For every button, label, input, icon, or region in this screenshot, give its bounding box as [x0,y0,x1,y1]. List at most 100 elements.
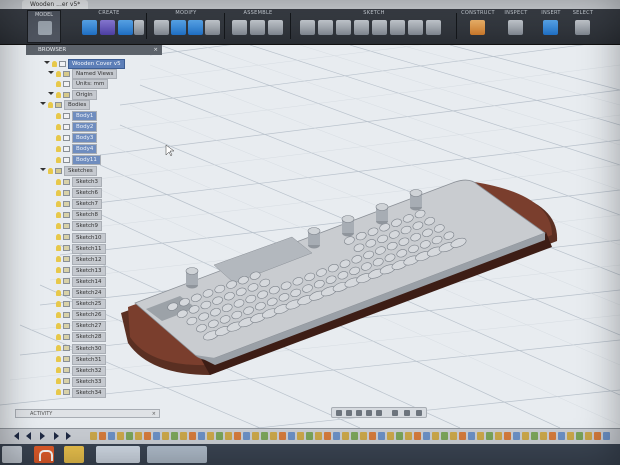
timeline-feature-icon[interactable] [225,432,232,440]
combine-icon[interactable] [205,20,220,35]
timeline-feature-icon[interactable] [342,432,349,440]
timeline-feature-icon[interactable] [216,432,223,440]
extrude-icon[interactable] [118,20,133,35]
visibility-bulb-icon[interactable] [56,123,61,130]
visibility-bulb-icon[interactable] [56,256,61,263]
tree-item-sketch[interactable]: Sketch13 [56,265,106,276]
timeline-feature-icon[interactable] [441,432,448,440]
grid-settings-icon[interactable] [404,410,410,416]
visibility-bulb-icon[interactable] [56,289,61,296]
arc-icon[interactable] [354,20,369,35]
timeline-feature-icon[interactable] [333,432,340,440]
timeline-feature-icon[interactable] [513,432,520,440]
visibility-bulb-icon[interactable] [56,70,61,77]
document-tab[interactable]: Wooden ...er v5* [22,0,89,9]
tree-item-sketch[interactable]: Sketch14 [56,276,106,287]
chamfer-icon[interactable] [188,20,203,35]
timeline-feature-icon[interactable] [108,432,115,440]
tree-item-sketch[interactable]: Sketch12 [56,254,106,265]
workspace-switcher[interactable]: MODEL [27,10,61,43]
timeline-feature-icon[interactable] [540,432,547,440]
tree-item-sketch[interactable]: Sketch10 [56,232,106,243]
tree-item[interactable]: Named Views [48,69,118,79]
visibility-bulb-icon[interactable] [56,189,61,196]
visibility-bulb-icon[interactable] [56,378,61,385]
insert-image-icon[interactable] [543,20,558,35]
visibility-bulb-icon[interactable] [56,200,61,207]
zoom-icon[interactable] [366,410,372,416]
circle-icon[interactable] [336,20,351,35]
visibility-bulb-icon[interactable] [56,345,61,351]
expand-toggle-icon[interactable] [40,102,46,107]
timeline-feature-icon[interactable] [360,432,367,440]
visibility-bulb-icon[interactable] [56,145,61,152]
timeline-feature-icon[interactable] [603,432,610,440]
go-to-start-icon[interactable] [14,432,19,440]
tree-item-sketch[interactable]: Sketch27 [56,321,106,332]
taskbar-window[interactable] [147,446,207,463]
orbit-icon[interactable] [336,410,342,416]
construct-group-label[interactable]: CONSTRUCT [460,10,496,16]
mirror-sketch-icon[interactable] [408,20,423,35]
timeline-feature-icon[interactable] [99,432,106,440]
select-icon[interactable] [575,20,590,35]
new-component-icon[interactable] [232,20,247,35]
visibility-bulb-icon[interactable] [56,156,61,163]
timeline-feature-icon[interactable] [369,432,376,440]
tree-item-sketch[interactable]: Sketch31 [56,354,106,365]
visibility-bulb-icon[interactable] [56,389,61,396]
visibility-bulb-icon[interactable] [56,211,61,218]
visibility-bulb-icon[interactable] [56,267,61,274]
tree-item-sketch[interactable]: Sketch7 [56,199,103,210]
timeline-feature-icon[interactable] [531,432,538,440]
timeline-feature-icon[interactable] [189,432,196,440]
tree-item-sketch[interactable]: Sketch32 [56,365,106,376]
tree-item-body[interactable]: Body1 [56,111,98,121]
timeline-feature-icon[interactable] [477,432,484,440]
line-icon[interactable] [300,20,315,35]
tree-item-sketch[interactable]: Sketch24 [56,288,106,298]
timeline-feature-icon[interactable] [90,432,97,440]
timeline-feature-icon[interactable] [324,432,331,440]
visibility-bulb-icon[interactable] [56,367,61,374]
step-forward-icon[interactable] [54,432,59,440]
tree-item[interactable]: Bodies [40,100,91,110]
pan-icon[interactable] [356,410,362,416]
tree-item-sketch[interactable]: Sketch30 [56,343,106,354]
timeline-feature-icon[interactable] [126,432,133,440]
create-group-label[interactable]: CREATE [74,10,144,16]
visibility-bulb-icon[interactable] [56,91,61,98]
timeline-feature-icon[interactable] [576,432,583,440]
timeline-feature-icon[interactable] [450,432,457,440]
expand-toggle-icon[interactable] [44,61,50,66]
box-icon[interactable] [82,20,97,35]
modify-group-label[interactable]: MODIFY [150,10,222,16]
timeline-feature-icon[interactable] [396,432,403,440]
visibility-bulb-icon[interactable] [56,278,61,285]
timeline-feature-icon[interactable] [495,432,502,440]
stop-sketch-icon[interactable] [426,20,441,35]
activity-bar[interactable]: ACTIVITY × [15,409,160,418]
inspect-group-label[interactable]: INSPECT [498,10,534,16]
timeline-feature-icon[interactable] [387,432,394,440]
timeline-feature-icon[interactable] [162,432,169,440]
expand-toggle-icon[interactable] [48,92,54,97]
visibility-bulb-icon[interactable] [56,311,61,318]
visibility-bulb-icon[interactable] [48,167,53,174]
close-icon[interactable]: × [153,45,158,55]
timeline-feature-icon[interactable] [522,432,529,440]
timeline-feature-icon[interactable] [252,432,259,440]
tree-item-body[interactable]: Body4 [56,144,98,154]
visibility-bulb-icon[interactable] [56,234,61,240]
timeline-feature-icon[interactable] [306,432,313,440]
visibility-bulb-icon[interactable] [52,60,57,67]
expand-toggle-icon[interactable] [40,168,46,173]
go-to-end-icon[interactable] [66,432,71,440]
visibility-bulb-icon[interactable] [56,245,61,252]
visibility-bulb-icon[interactable] [56,333,61,340]
timeline-feature-icon[interactable] [405,432,412,440]
visibility-bulb-icon[interactable] [56,80,61,87]
visibility-bulb-icon[interactable] [56,112,61,119]
mirror-icon[interactable] [134,20,144,35]
tree-item-sketch[interactable]: Sketch6 [56,188,103,199]
